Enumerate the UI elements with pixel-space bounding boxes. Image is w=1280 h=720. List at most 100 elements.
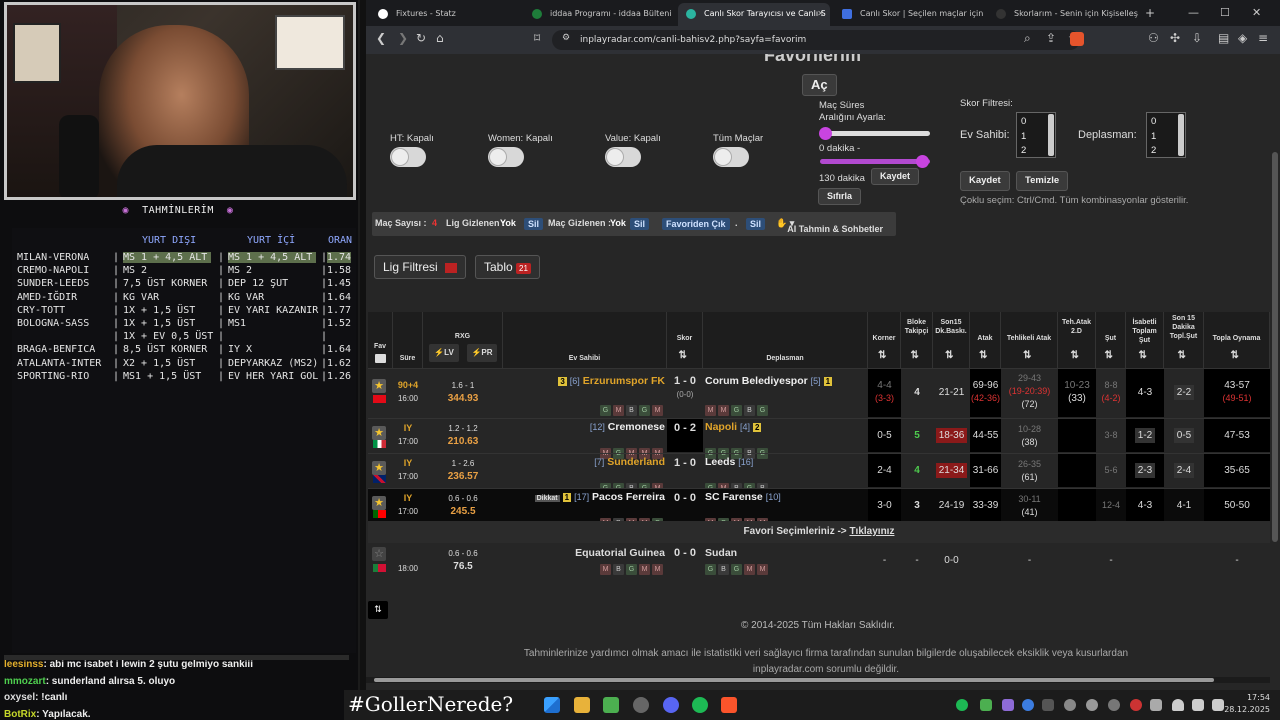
- trash-icon[interactable]: [375, 354, 386, 363]
- pen-tray-icon[interactable]: [1002, 699, 1014, 711]
- url-input[interactable]: inplayradar.com/canli-bahisv2.php?sayfa=…: [552, 30, 1080, 50]
- brave-icon[interactable]: [721, 697, 737, 713]
- tray-icon-2[interactable]: [1086, 699, 1098, 711]
- remove-favorite-button[interactable]: Favoriden Çık: [662, 218, 730, 230]
- share-icon[interactable]: ⇪: [1046, 31, 1056, 45]
- col-header-korner[interactable]: Korner ⇅: [868, 312, 901, 368]
- puzzle-icon[interactable]: ✣: [1170, 31, 1180, 45]
- site-info-icon[interactable]: ⚙: [562, 33, 570, 43]
- duration-save-button[interactable]: Kaydet: [871, 168, 920, 185]
- col-header-fav[interactable]: Fav: [368, 312, 393, 368]
- sort-icon[interactable]: ⇅: [878, 350, 886, 361]
- sort-icon[interactable]: ⇅: [1105, 350, 1113, 361]
- sort-icon[interactable]: ⇅: [679, 350, 687, 361]
- menu-icon[interactable]: ≡: [1258, 31, 1268, 45]
- home-team[interactable]: [12] Cremonese M G M M M: [503, 419, 667, 459]
- download-icon[interactable]: ⇩: [1192, 31, 1202, 45]
- discord-tray-icon[interactable]: [1042, 699, 1054, 711]
- tab-skorlarim[interactable]: Skorlarım - Senin için Kişiselleştir: [988, 3, 1138, 26]
- spotify-tray-icon[interactable]: [956, 699, 968, 711]
- notepad-icon[interactable]: [603, 697, 619, 713]
- home-icon[interactable]: ⌂: [436, 31, 444, 45]
- tab-canli-skor[interactable]: Canlı Skor Tarayıcısı ve Canlı S ✕: [678, 3, 830, 26]
- favorite-star-icon[interactable]: ★: [372, 426, 386, 440]
- horizontal-scrollbar[interactable]: [366, 677, 1270, 683]
- col-header-rxg[interactable]: RXG ⚡LV ⚡PR: [423, 312, 503, 368]
- col-header-blokeTakipci[interactable]: Bloke Takipçi ⇅: [901, 312, 933, 368]
- minimize-icon[interactable]: —: [1188, 6, 1199, 19]
- file-explorer-icon[interactable]: [574, 697, 590, 713]
- duration-min-slider[interactable]: [820, 131, 930, 136]
- col-header-away[interactable]: Deplasman: [703, 312, 868, 368]
- forward-icon[interactable]: ❯: [398, 31, 408, 45]
- col-header-sure[interactable]: Süre: [393, 312, 423, 368]
- obs-icon[interactable]: [633, 697, 649, 713]
- ht-toggle[interactable]: [390, 147, 426, 167]
- slider-max-handle[interactable]: [916, 155, 929, 168]
- favorites-link[interactable]: Tıklayınız: [849, 526, 894, 537]
- home-score-select[interactable]: 012: [1016, 112, 1056, 158]
- close-tab-icon[interactable]: ✕: [817, 3, 824, 25]
- nvidia-tray-icon[interactable]: [980, 699, 992, 711]
- maximize-icon[interactable]: ☐: [1220, 6, 1230, 19]
- sort-icon[interactable]: ⇅: [1023, 350, 1031, 361]
- slider-min-handle[interactable]: [819, 127, 832, 140]
- home-team[interactable]: [7] SunderlandGGBGM: [503, 454, 667, 494]
- brave-shield-icon[interactable]: [1070, 32, 1084, 46]
- microphone-tray-icon[interactable]: [1172, 699, 1184, 711]
- match-row[interactable]: ★IY17:001 - 2.6236.57[7] SunderlandGGBGM…: [368, 453, 1270, 494]
- new-tab-icon[interactable]: +: [1145, 6, 1155, 20]
- col-header-son15sut[interactable]: Son 15 Dakika Topl.Şut ⇅: [1164, 312, 1204, 368]
- bookmark-icon[interactable]: ⌑: [534, 31, 540, 45]
- away-team[interactable]: Leeds [16]GMBGB: [703, 454, 868, 494]
- col-header-home[interactable]: Ev Sahibi: [503, 312, 667, 368]
- back-icon[interactable]: ❮: [376, 31, 386, 45]
- sort-icon[interactable]: ⇅: [1139, 350, 1147, 361]
- score-save-button[interactable]: Kaydet: [960, 171, 1010, 191]
- col-header-teh2d[interactable]: Teh.Atak 2.D ⇅: [1058, 312, 1096, 368]
- value-toggle[interactable]: [605, 147, 641, 167]
- home-team[interactable]: 3 [6] Erzurumspor FK G M B G M: [503, 369, 667, 417]
- away-team[interactable]: Corum Belediyespor [5] 1MMGBG: [703, 369, 868, 417]
- sort-icon[interactable]: ⇅: [911, 350, 919, 361]
- wallet-icon[interactable]: ◈: [1238, 31, 1247, 45]
- favorite-star-icon[interactable]: ★: [372, 379, 386, 393]
- match-row[interactable]: ★ IY 17:00 0.6 - 0.6 245.5 Dikkat 1 [17] Pacos …: [368, 488, 1270, 529]
- favorite-star-icon[interactable]: ★: [372, 461, 386, 475]
- duration-max-slider[interactable]: [820, 159, 930, 164]
- vertical-scrollbar[interactable]: [1270, 54, 1280, 690]
- tray-icon[interactable]: [1064, 699, 1076, 711]
- extension-icon[interactable]: ⚇: [1148, 31, 1159, 45]
- open-button[interactable]: Aç: [802, 74, 837, 96]
- volume-icon[interactable]: [1212, 699, 1224, 711]
- match-row[interactable]: ★ 90+4 16:00 1.6 - 1 344.93 3 [6] Erzurumspor …: [368, 368, 1270, 417]
- score-clear-button[interactable]: Temizle: [1016, 171, 1069, 191]
- sort-icon[interactable]: ⇅: [979, 350, 987, 361]
- tray-icon-3[interactable]: [1108, 699, 1120, 711]
- col-header-son15[interactable]: Son15 Dk.Baskı. ⇅: [933, 312, 970, 368]
- windows-start-icon[interactable]: [544, 697, 560, 713]
- col-header-isabetli[interactable]: İsabetli Toplam Şut ⇅: [1126, 312, 1164, 368]
- tab-canli-skor-2[interactable]: Canlı Skor | Seçilen maçlar için ca: [834, 3, 984, 26]
- away-team[interactable]: Napoli [4] 2GGGBG: [703, 419, 868, 459]
- col-header-topla[interactable]: Topla Oynama ⇅: [1204, 312, 1270, 368]
- away-score-select[interactable]: 012: [1146, 112, 1186, 158]
- chevron-up-icon[interactable]: [1150, 699, 1162, 711]
- col-header-atak[interactable]: Atak ⇅: [970, 312, 1001, 368]
- remove-match-button[interactable]: Sil: [630, 218, 650, 230]
- sort-icon[interactable]: ⇅: [1231, 350, 1239, 361]
- tab-iddaa[interactable]: iddaa Programı - iddaa Bülteni | id: [524, 3, 674, 26]
- discord-icon[interactable]: [663, 697, 679, 713]
- tray-icon-4[interactable]: [1130, 699, 1142, 711]
- women-toggle[interactable]: [488, 147, 524, 167]
- spotify-icon[interactable]: [692, 697, 708, 713]
- sort-icon[interactable]: ⇅: [945, 350, 953, 361]
- all-matches-toggle[interactable]: [713, 147, 749, 167]
- remove-league-button[interactable]: Sil: [524, 218, 544, 230]
- bluetooth-tray-icon[interactable]: [1022, 699, 1034, 711]
- away-team[interactable]: SC Farense [10]MGMMM: [703, 489, 868, 529]
- tab-fixtures[interactable]: Fixtures - Statz: [370, 3, 520, 26]
- duration-reset-button[interactable]: Sıfırla: [818, 188, 862, 205]
- favorite-star-icon[interactable]: ★: [372, 496, 386, 510]
- col-header-skor[interactable]: Skor ⇅: [667, 312, 703, 368]
